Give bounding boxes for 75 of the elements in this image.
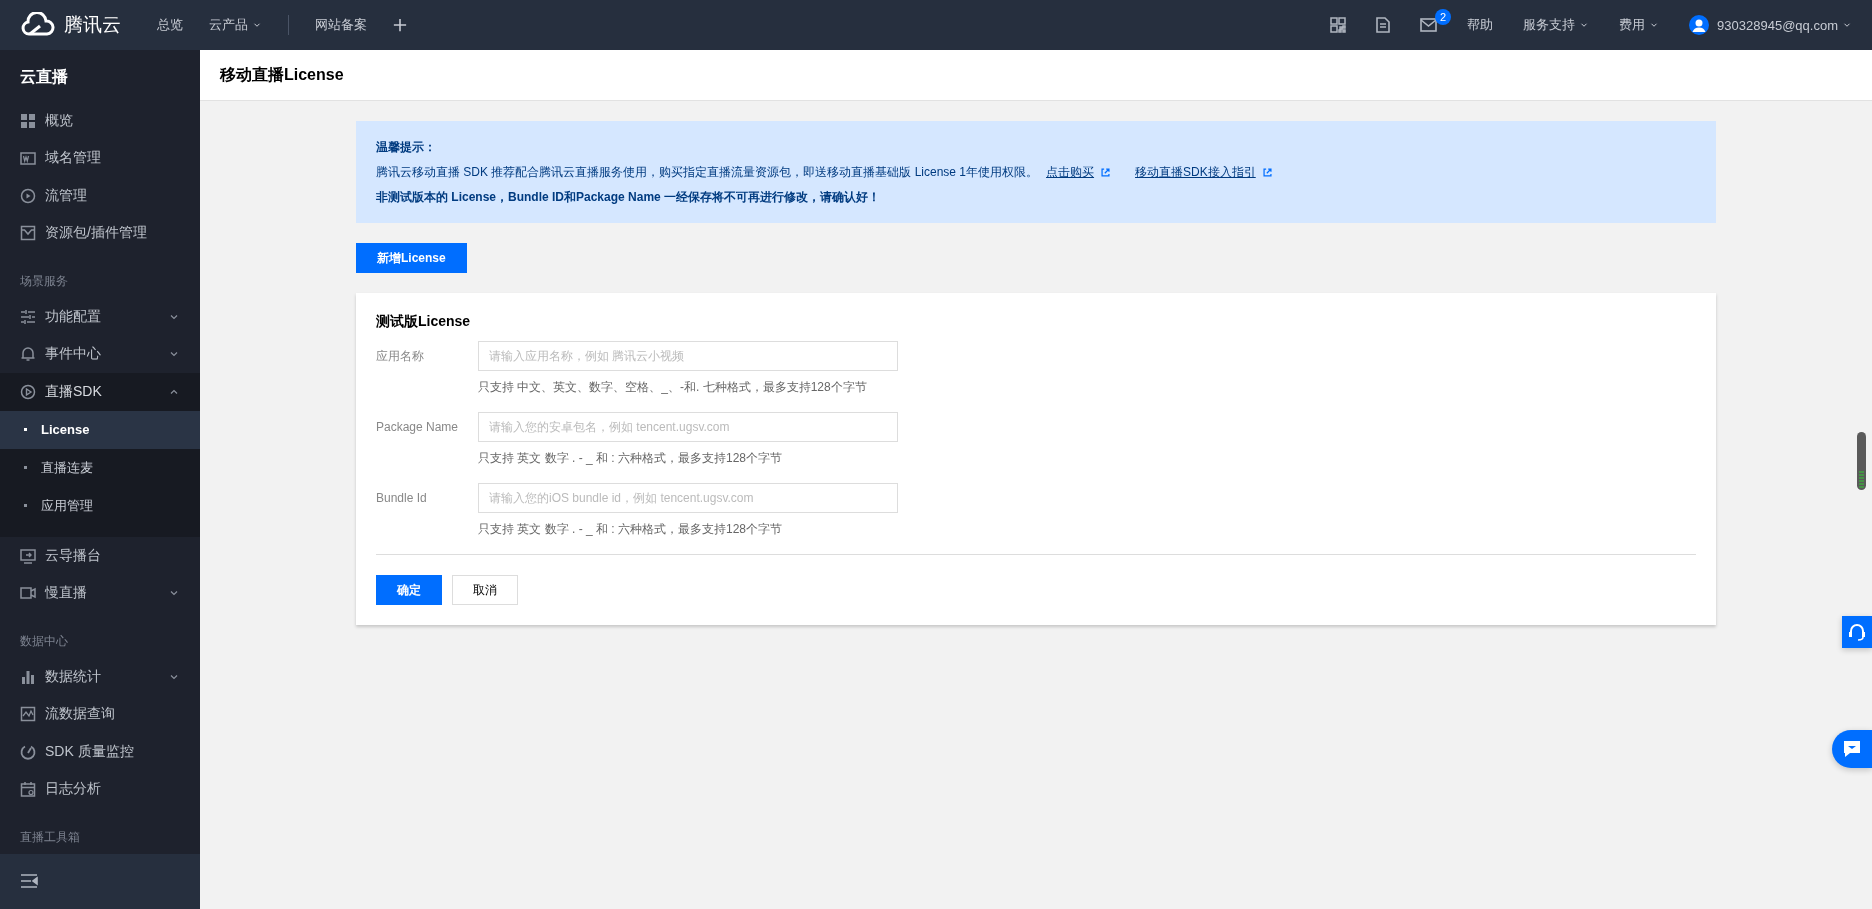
sidebar-item[interactable]: 流管理	[0, 176, 200, 215]
external-link-icon	[1261, 166, 1273, 178]
submenu-item[interactable]: 直播连麦	[0, 448, 200, 487]
card-title: 测试版License	[376, 313, 472, 331]
line-chart-icon	[20, 706, 36, 723]
monitor-icon	[20, 547, 36, 564]
headset-icon	[1848, 623, 1866, 641]
nav-link[interactable]: 总览	[157, 16, 183, 34]
sidebar-item[interactable]: 云导播台	[0, 536, 200, 575]
sidebar-item[interactable]: 概览	[0, 102, 200, 140]
nav-link[interactable]: 网站备案	[315, 16, 367, 34]
chat-button[interactable]	[1832, 730, 1872, 768]
external-link[interactable]: 点击购买	[1046, 164, 1112, 180]
sliders-icon	[20, 308, 36, 325]
warning-text: 非测试版本的 License，Bundle ID和Package Name 一经保存将不可再进行修改，请确认好！	[376, 189, 882, 205]
sidebar-item[interactable]: SDK 质量监控	[0, 732, 200, 771]
mail-icon[interactable]	[1420, 18, 1438, 32]
field-hint: 只支持 中文、英文、数字、空格、_、-和. 七种格式，最多支持128个字节	[478, 379, 868, 396]
sidebar-item[interactable]: 域名管理	[0, 139, 200, 177]
grid-icon	[20, 112, 36, 129]
section-label: 数据中心	[19, 632, 69, 650]
avatar-icon	[1689, 15, 1710, 35]
cloud-logo-icon	[20, 12, 56, 38]
sidebar-item[interactable]: 流数据查询	[0, 695, 200, 733]
header-link[interactable]: 费用	[1619, 16, 1660, 34]
input-field[interactable]: 请输入应用名称，例如 腾讯云小视频	[478, 341, 898, 371]
sidebar-item[interactable]: 数据统计	[0, 657, 200, 696]
header-link[interactable]: 帮助	[1467, 16, 1494, 34]
meter-drawing	[1857, 432, 1866, 490]
document-icon[interactable]	[1376, 17, 1391, 33]
sidebar-item[interactable]: 日志分析	[0, 770, 200, 808]
user-menu[interactable]: 930328945@qq.com	[1717, 17, 1852, 33]
bell-icon	[20, 346, 36, 363]
sidebar-item[interactable]: 功能配置	[0, 297, 200, 336]
count-badge: 2	[1435, 9, 1452, 25]
sidebar-item[interactable]: 事件中心	[0, 335, 200, 373]
section-label: 直播工具箱	[19, 828, 81, 846]
plus-icon[interactable]	[393, 18, 407, 32]
page-title: 移动直播License	[220, 64, 344, 85]
field-label: 应用名称	[376, 348, 425, 365]
field-hint: 只支持 英文 数字 . - _ 和 : 六种格式，最多支持128个字节	[478, 521, 784, 538]
field-label: Bundle Id	[376, 490, 428, 507]
camera-icon	[20, 585, 36, 602]
cancel-button[interactable]: 取消	[452, 575, 518, 605]
section-label: 场景服务	[19, 272, 69, 290]
package-icon	[20, 225, 36, 242]
confirm-button[interactable]: 确定	[376, 575, 442, 605]
external-link-icon	[1100, 166, 1112, 178]
add-license-button[interactable]: 新增License	[356, 243, 467, 273]
nav-link[interactable]: 云产品	[209, 16, 262, 34]
external-link[interactable]: 移动直播SDK接入指引	[1135, 164, 1273, 180]
notice-text: 腾讯云移动直播 SDK 推荐配合腾讯云直播服务使用，购买指定直播流量资源包，即送移动直播基础版 License 1年使用权限。	[376, 164, 1039, 180]
domain-icon	[20, 150, 36, 167]
support-button[interactable]	[1842, 616, 1872, 648]
field-hint: 只支持 英文 数字 . - _ 和 : 六种格式，最多支持128个字节	[478, 450, 784, 467]
play-icon	[20, 187, 36, 204]
input-field[interactable]: 请输入您的iOS bundle id，例如 tencent.ugsv.com	[478, 483, 898, 513]
input-field[interactable]: 请输入您的安卓包名，例如 tencent.ugsv.com	[478, 412, 898, 442]
play-icon	[20, 383, 36, 400]
submenu-item[interactable]: License	[0, 410, 200, 449]
qr-code-icon[interactable]	[1330, 17, 1347, 33]
gauge-icon	[20, 743, 36, 760]
submenu-item[interactable]: 应用管理	[0, 486, 200, 525]
sidebar-item[interactable]: 慢直播	[0, 574, 200, 612]
header-link[interactable]: 服务支持	[1523, 16, 1590, 34]
sidebar-item[interactable]: 资源包/插件管理	[0, 214, 200, 252]
brand-name: 腾讯云	[64, 13, 121, 37]
chat-icon	[1843, 740, 1861, 758]
sidebar-item[interactable]: 直播SDK	[0, 372, 200, 411]
collapse-icon[interactable]	[20, 873, 38, 890]
field-label: Package Name	[376, 419, 460, 436]
product-title: 云直播	[19, 67, 69, 87]
notice-title: 温馨提示：	[376, 139, 437, 155]
bar-chart-icon	[20, 668, 36, 685]
calendar-icon	[20, 781, 36, 798]
